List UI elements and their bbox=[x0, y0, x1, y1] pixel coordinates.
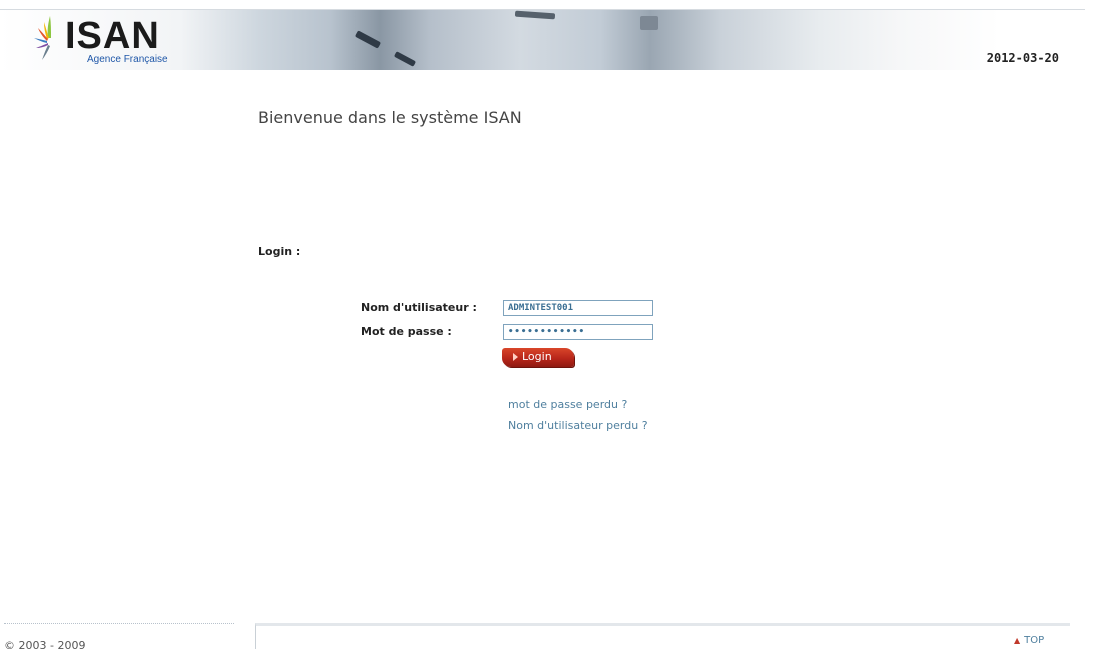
arrow-up-icon: ▲ bbox=[1014, 636, 1021, 645]
header-date: 2012-03-20 bbox=[986, 51, 1059, 65]
username-label: Nom d'utilisateur : bbox=[361, 301, 477, 314]
password-field[interactable] bbox=[503, 324, 653, 340]
password-label: Mot de passe : bbox=[361, 325, 452, 338]
login-button-label: Login bbox=[522, 350, 552, 363]
isan-logo[interactable]: ISAN Agence Française bbox=[30, 14, 180, 66]
page: ISAN Agence Française 2012-03-20 Bienven… bbox=[0, 0, 1105, 649]
username-field[interactable] bbox=[503, 300, 653, 316]
play-arrow-icon bbox=[513, 353, 518, 361]
back-to-top-link[interactable]: ▲ TOP bbox=[1014, 635, 1044, 646]
page-title: Bienvenue dans le système ISAN bbox=[258, 108, 522, 127]
copyright-text: © 2003 - 2009 bbox=[4, 639, 86, 649]
header-banner: ISAN Agence Française 2012-03-20 bbox=[0, 0, 1105, 72]
lost-username-link[interactable]: Nom d'utilisateur perdu ? bbox=[508, 419, 648, 432]
footer-panel bbox=[255, 623, 1070, 649]
footer-divider bbox=[4, 623, 234, 625]
logo-subtitle: Agence Française bbox=[87, 54, 168, 65]
login-heading: Login : bbox=[258, 245, 301, 258]
back-to-top-label: TOP bbox=[1024, 635, 1045, 646]
lost-password-link[interactable]: mot de passe perdu ? bbox=[508, 398, 627, 411]
isan-logo-icon bbox=[34, 16, 51, 60]
isan-logo-text: ISAN bbox=[65, 15, 160, 57]
login-button[interactable]: Login bbox=[502, 348, 574, 367]
